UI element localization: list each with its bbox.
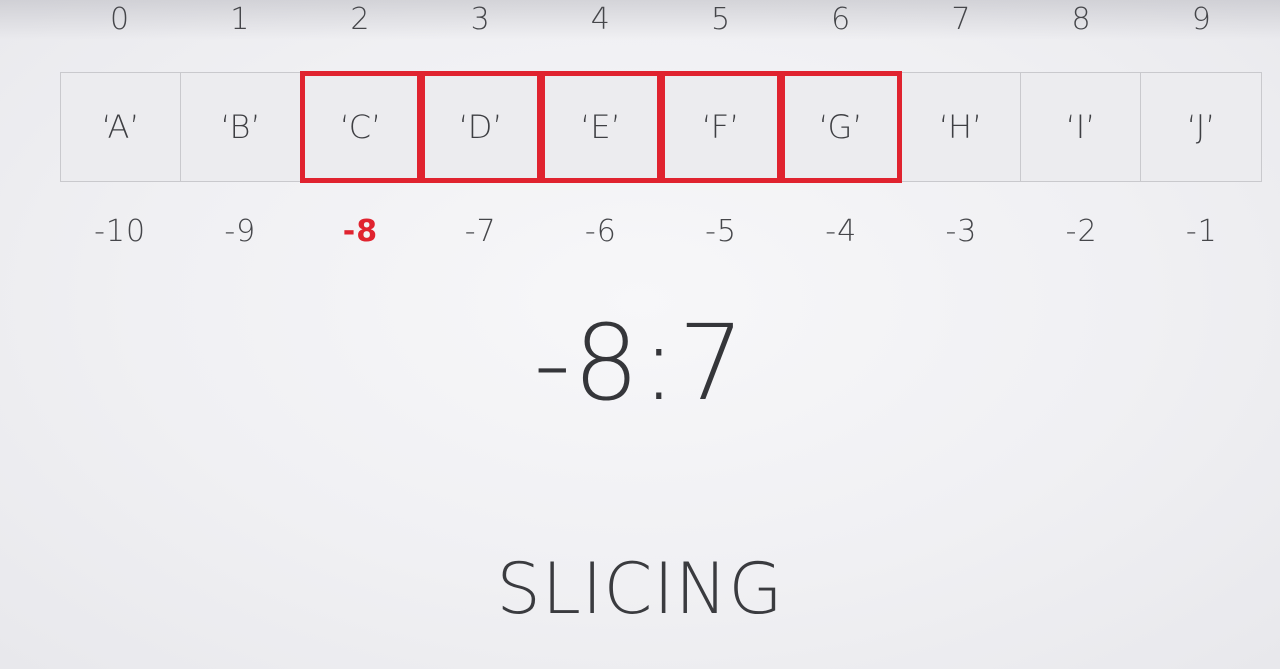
- positive-index: 2: [350, 2, 371, 37]
- positive-index: 9: [1191, 2, 1212, 37]
- negative-index: -3: [945, 214, 978, 249]
- negative-index: -2: [1065, 214, 1098, 249]
- negative-index: -4: [825, 214, 858, 249]
- element-cell-selected: ‘D’: [420, 71, 542, 183]
- element-cell: ‘B’: [181, 73, 301, 181]
- element-cell-selected: ‘F’: [660, 71, 782, 183]
- negative-index: -1: [1185, 214, 1218, 249]
- element-cell-selected: ‘G’: [780, 71, 902, 183]
- element-cell: ‘H’: [901, 73, 1021, 181]
- element-cell-selected: ‘C’: [300, 71, 422, 183]
- negative-index: -6: [584, 214, 617, 249]
- element-cell: ‘J’: [1186, 108, 1216, 146]
- element-cell-selected: ‘E’: [540, 71, 662, 183]
- negative-index: -10: [94, 214, 147, 249]
- page-title: SLICING: [496, 548, 784, 630]
- positive-index: 6: [831, 2, 852, 37]
- element-cell: ‘A’: [61, 73, 181, 181]
- negative-index-highlighted: -8: [342, 214, 379, 249]
- positive-index: 8: [1071, 2, 1092, 37]
- negative-index: -9: [224, 214, 257, 249]
- positive-index: 0: [110, 2, 131, 37]
- element-cell: ‘I’: [1021, 73, 1141, 181]
- negative-index: -5: [705, 214, 737, 249]
- slice-expression: -8:7: [533, 302, 747, 424]
- element-strip: ‘A’ ‘B’ ‘C’ ‘D’ ‘E’ ‘F’ ‘G’ ‘H’ ‘I’ ‘J’: [60, 71, 1262, 183]
- positive-index: 3: [470, 2, 491, 37]
- positive-index: 7: [951, 2, 972, 37]
- positive-index: 4: [590, 2, 611, 37]
- negative-index-row: -10 -9 -8 -7 -6 -5 -4 -3 -2 -1: [60, 214, 1262, 249]
- positive-index: 5: [710, 2, 732, 37]
- negative-index: -7: [464, 214, 497, 249]
- positive-index: 1: [230, 2, 251, 37]
- positive-index-row: 0 1 2 3 4 5 6 7 8 9: [60, 2, 1262, 37]
